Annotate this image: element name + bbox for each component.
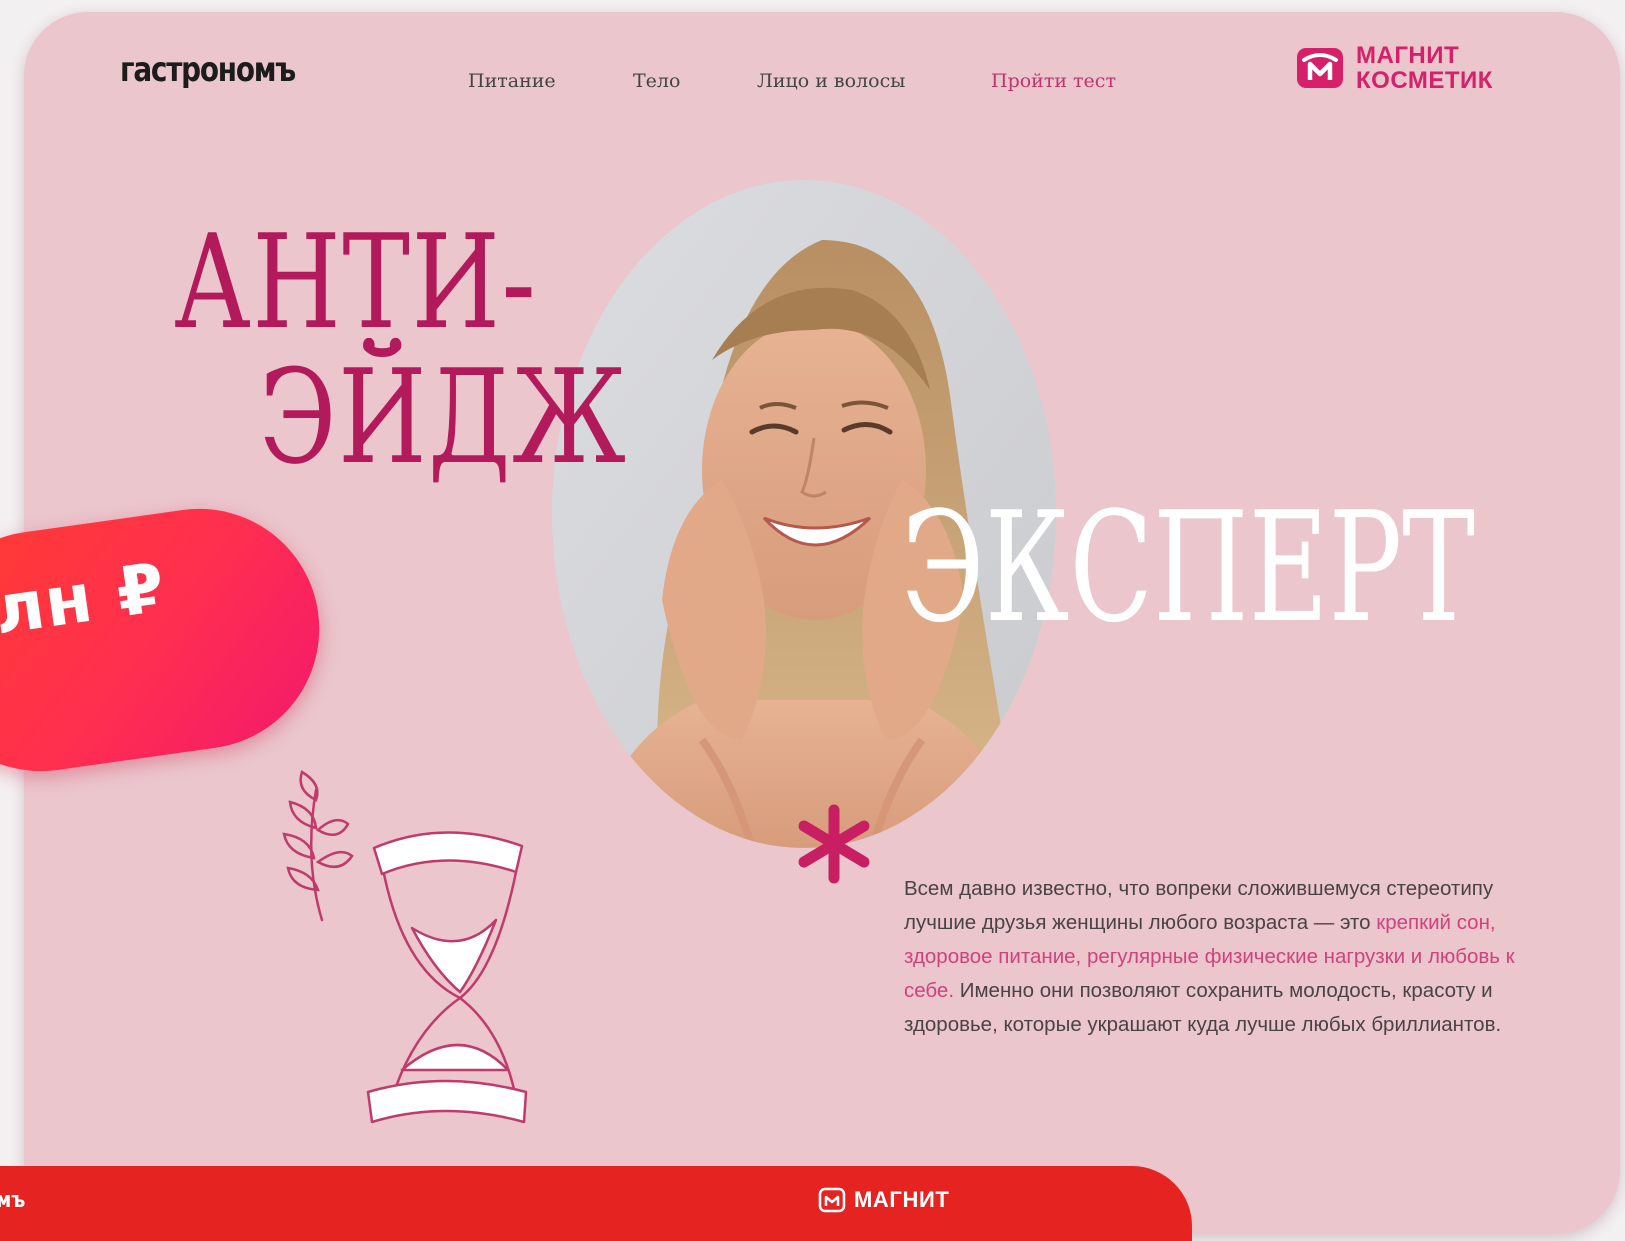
footer-magnit-brand[interactable]: МАГНИТ <box>818 1186 949 1214</box>
description-text-2: Именно они позволяют сохранить молодость… <box>904 979 1502 1036</box>
headline-eidzh: ЭЙДЖ <box>259 341 628 493</box>
headline-anti: АНТИ- <box>174 206 538 358</box>
brand-line-2: КОСМЕТИК <box>1356 67 1493 94</box>
decor-illustration <box>282 770 528 1124</box>
screenshot-stage: гастрономъ Питание Тело Лицо и волосы Пр… <box>0 0 1625 1241</box>
nav-item-telo[interactable]: Тело <box>633 70 680 92</box>
nav-item-pitanie[interactable]: Питание <box>468 70 556 92</box>
brand-line-1: МАГНИТ <box>1356 42 1460 69</box>
asterisk-icon <box>798 804 870 884</box>
hero-description: Всем давно известно, что вопреки сложивш… <box>904 872 1524 1042</box>
footer-gastronom-logo[interactable]: мъ <box>0 1188 25 1213</box>
headline-expert: ЭКСПЕРТ <box>901 479 1476 656</box>
hourglass-icon <box>366 831 528 1124</box>
gastronom-logo[interactable]: гастрономъ <box>120 50 296 90</box>
nav-item-litso-volosy[interactable]: Лицо и волосы <box>757 70 905 92</box>
magnit-kosmetik-wordmark: МАГНИТ КОСМЕТИК <box>1356 43 1493 93</box>
footer-bar <box>0 1166 1192 1241</box>
magnit-kosmetik-logo-icon <box>1297 48 1343 88</box>
nav-item-take-test[interactable]: Пройти тест <box>991 70 1116 92</box>
footer-magnit-wordmark: МАГНИТ <box>854 1187 950 1212</box>
branch-leaf-icon <box>282 770 354 922</box>
magnit-logo-icon <box>818 1187 846 1213</box>
magnit-kosmetik-brand[interactable]: МАГНИТ КОСМЕТИК <box>1294 42 1493 94</box>
